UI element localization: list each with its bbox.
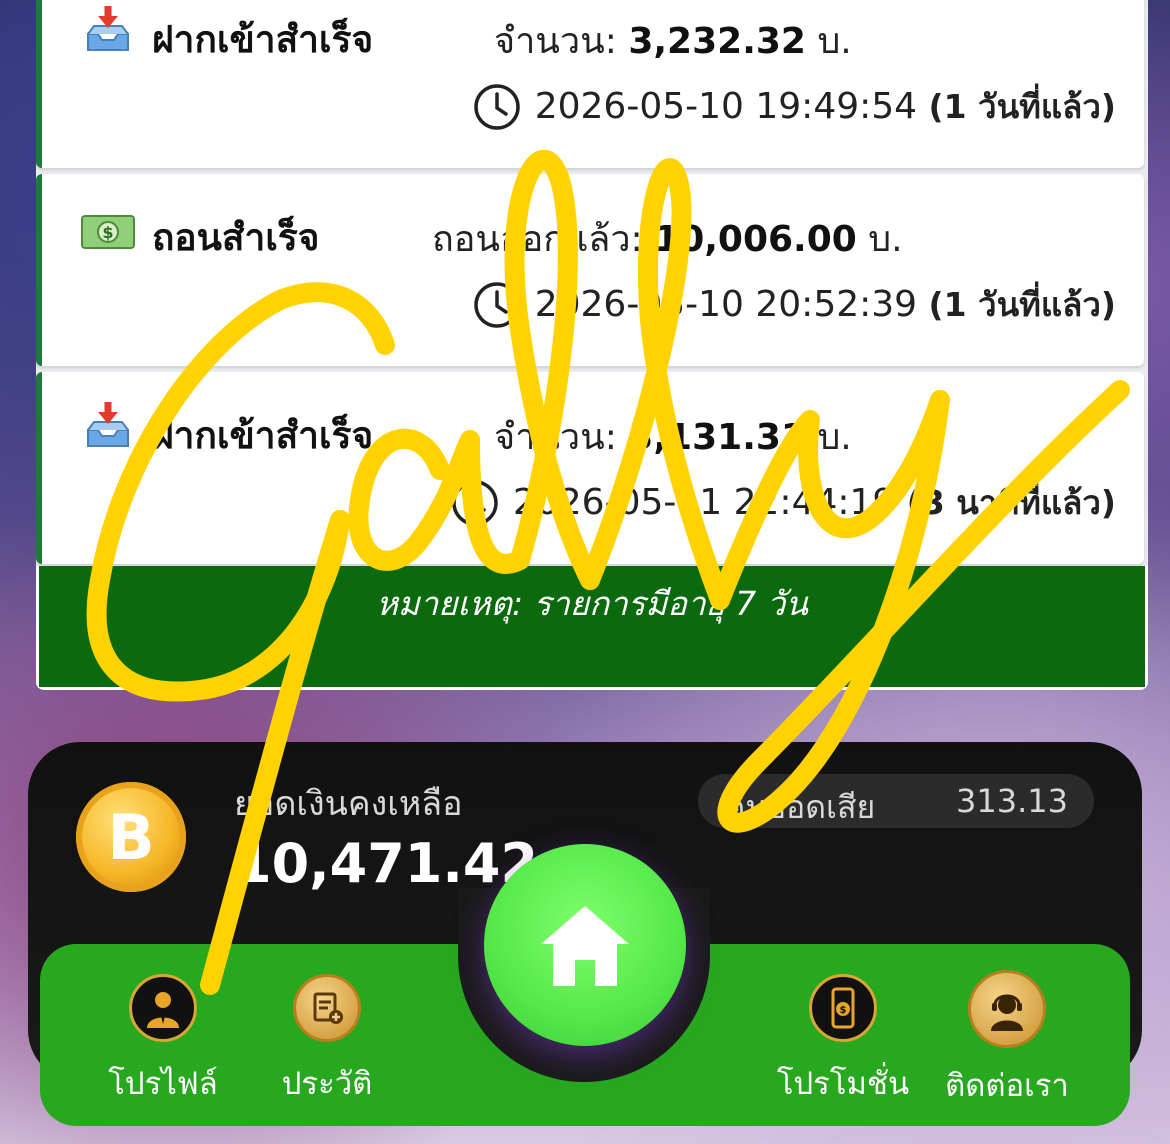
transaction-time: 2026-05-10 20:52:39 (1 วันที่แล้ว) xyxy=(473,278,1116,331)
transaction-time: 2026-05-10 19:49:54 (1 วันที่แล้ว) xyxy=(473,80,1116,133)
transaction-amount: จำนวน: 3,232.32 บ. xyxy=(494,12,852,69)
phone-dollar-icon: $ xyxy=(809,974,877,1042)
coin-symbol: B xyxy=(107,800,155,874)
expiry-note: หมายเหตุ: รายการมีอายุ 7 วัน xyxy=(36,566,1148,690)
nav-item-contact[interactable]: ติดต่อเรา xyxy=(922,970,1092,1110)
svg-text:$: $ xyxy=(102,223,113,242)
home-icon xyxy=(541,906,629,986)
amount-label: จำนวน: xyxy=(494,21,617,62)
transaction-panel: ฝากเข้าสำเร็จ จำนวน: 3,232.32 บ. 2026-05… xyxy=(36,0,1148,690)
refund-label: คืนยอดเสีย xyxy=(724,788,876,826)
refund-button[interactable]: คืนยอดเสีย 313.13 xyxy=(698,774,1094,828)
transaction-title: ฝากเข้าสำเร็จ xyxy=(152,414,374,457)
nav-item-history[interactable]: ประวัติ xyxy=(242,974,412,1108)
transaction-title: ถอนสำเร็จ xyxy=(152,216,320,259)
home-button[interactable] xyxy=(484,844,686,1046)
amount-value: 3,131.31 xyxy=(628,417,806,458)
transaction-time: 2026-05-11 22:44:19 (3 นาทีที่แล้ว) xyxy=(451,476,1116,529)
nav-item-profile[interactable]: โปรไฟล์ xyxy=(78,974,248,1108)
transaction-amount: ถอนออกแล้ว: 10,006.00 บ. xyxy=(432,210,903,267)
headset-support-icon xyxy=(968,970,1046,1048)
transaction-card[interactable]: ฝากเข้าสำเร็จ จำนวน: 3,232.32 บ. 2026-05… xyxy=(36,0,1144,168)
amount-label: ถอนออกแล้ว: xyxy=(432,219,643,260)
inbox-tray-icon xyxy=(87,402,129,447)
nav-label: โปรโมชั่น xyxy=(776,1066,910,1102)
transaction-title: ฝากเข้าสำเร็จ xyxy=(152,18,374,61)
profile-icon xyxy=(129,974,197,1042)
clock-icon xyxy=(473,83,520,130)
timestamp: 2026-05-10 20:52:39 xyxy=(534,284,918,325)
amount-value: 10,006.00 xyxy=(654,219,857,260)
transaction-amount: จำนวน: 3,131.31 บ. xyxy=(494,408,852,465)
amount-label: จำนวน: xyxy=(494,417,617,458)
inbox-tray-icon xyxy=(87,6,129,51)
timestamp: 2026-05-11 22:44:19 xyxy=(512,482,896,523)
time-ago: (1 วันที่แล้ว) xyxy=(928,87,1116,126)
amount-value: 3,232.32 xyxy=(628,21,806,62)
timestamp: 2026-05-10 19:49:54 xyxy=(534,86,918,127)
nav-label: โปรไฟล์ xyxy=(108,1066,218,1102)
refund-value: 313.13 xyxy=(956,782,1068,820)
dollar-banknote-icon: $ xyxy=(81,215,135,249)
balance-label: ยอดเงินคงเหลือ xyxy=(234,784,463,824)
time-ago: (3 นาทีที่แล้ว) xyxy=(906,483,1116,522)
nav-label: ประวัติ xyxy=(281,1066,373,1102)
amount-unit: บ. xyxy=(817,21,852,62)
time-ago: (1 วันที่แล้ว) xyxy=(928,285,1116,324)
clock-icon xyxy=(473,281,520,328)
transaction-card[interactable]: ฝากเข้าสำเร็จ จำนวน: 3,131.31 บ. 2026-05… xyxy=(36,372,1144,564)
balance-value: 10,471.42 xyxy=(234,832,539,895)
nav-item-promotion[interactable]: $ โปรโมชั่น xyxy=(758,974,928,1108)
amount-unit: บ. xyxy=(817,417,852,458)
svg-text:$: $ xyxy=(840,1005,847,1016)
nav-label: ติดต่อเรา xyxy=(945,1068,1069,1104)
amount-unit: บ. xyxy=(868,219,903,260)
transaction-card[interactable]: $ ถอนสำเร็จ ถอนออกแล้ว: 10,006.00 บ. 202… xyxy=(36,174,1144,366)
clipboard-icon xyxy=(293,974,361,1042)
clock-icon xyxy=(452,479,498,526)
bitcoin-coin-icon: B xyxy=(76,782,186,892)
